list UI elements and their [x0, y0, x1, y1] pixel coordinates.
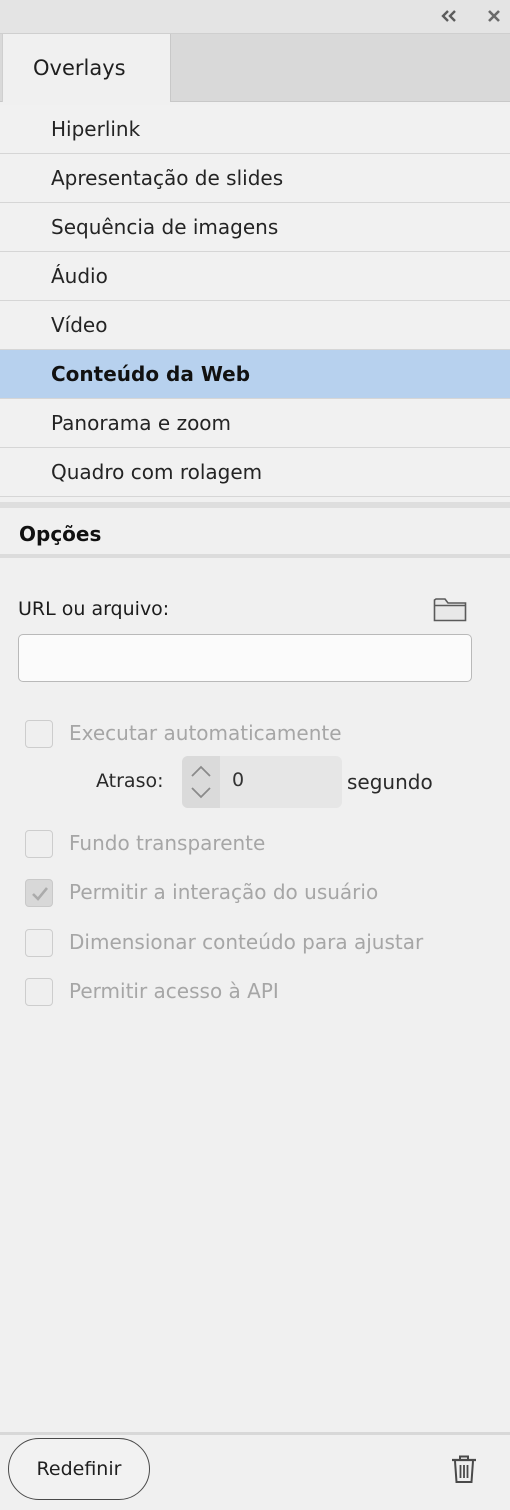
stepper-buttons[interactable] — [182, 756, 220, 808]
autoplay-checkbox[interactable] — [25, 720, 53, 748]
tab-bar: Overlays — [0, 34, 510, 102]
url-input[interactable] — [18, 634, 472, 682]
allow-api-label: Permitir acesso à API — [69, 979, 279, 1003]
list-item-video[interactable]: Vídeo — [0, 301, 510, 350]
allow-api-checkbox[interactable] — [25, 978, 53, 1006]
delay-value[interactable]: 0 — [232, 769, 244, 791]
scale-content-label: Dimensionar conteúdo para ajustar — [69, 930, 424, 954]
scale-content-checkbox[interactable] — [25, 929, 53, 957]
close-icon[interactable] — [486, 6, 502, 31]
transparent-background-checkbox[interactable] — [25, 830, 53, 858]
checkmark-icon — [32, 887, 49, 901]
footer-divider — [0, 1432, 510, 1435]
overlay-type-list: Hiperlink Apresentação de slides Sequênc… — [0, 105, 510, 497]
list-item-hyperlink[interactable]: Hiperlink — [0, 105, 510, 154]
autoplay-label: Executar automaticamente — [69, 721, 342, 745]
allow-interaction-label: Permitir a interação do usuário — [69, 880, 379, 904]
delay-label: Atraso: — [96, 770, 164, 792]
url-label: URL ou arquivo: — [18, 598, 170, 620]
transparent-background-label: Fundo transparente — [69, 831, 266, 855]
list-item-scrollable-frame[interactable]: Quadro com rolagem — [0, 448, 510, 497]
reset-button[interactable]: Redefinir — [8, 1438, 150, 1500]
delay-stepper[interactable]: 0 — [182, 756, 342, 808]
trash-icon[interactable] — [450, 1454, 478, 1484]
allow-interaction-checkbox[interactable] — [25, 879, 53, 907]
panel-title-bar — [0, 0, 510, 34]
list-item-slideshow[interactable]: Apresentação de slides — [0, 154, 510, 203]
list-item-audio[interactable]: Áudio — [0, 252, 510, 301]
double-chevron-left-icon[interactable] — [441, 6, 457, 31]
list-item-image-sequence[interactable]: Sequência de imagens — [0, 203, 510, 252]
options-section-header: Opções — [0, 508, 510, 558]
chevron-down-icon — [191, 787, 211, 799]
folder-icon[interactable] — [433, 596, 467, 622]
chevron-up-icon — [191, 765, 211, 777]
list-item-web-content[interactable]: Conteúdo da Web — [0, 350, 510, 399]
delay-unit-label: segundo — [347, 770, 433, 794]
tab-overlays[interactable]: Overlays — [2, 34, 171, 102]
list-item-pan-zoom[interactable]: Panorama e zoom — [0, 399, 510, 448]
